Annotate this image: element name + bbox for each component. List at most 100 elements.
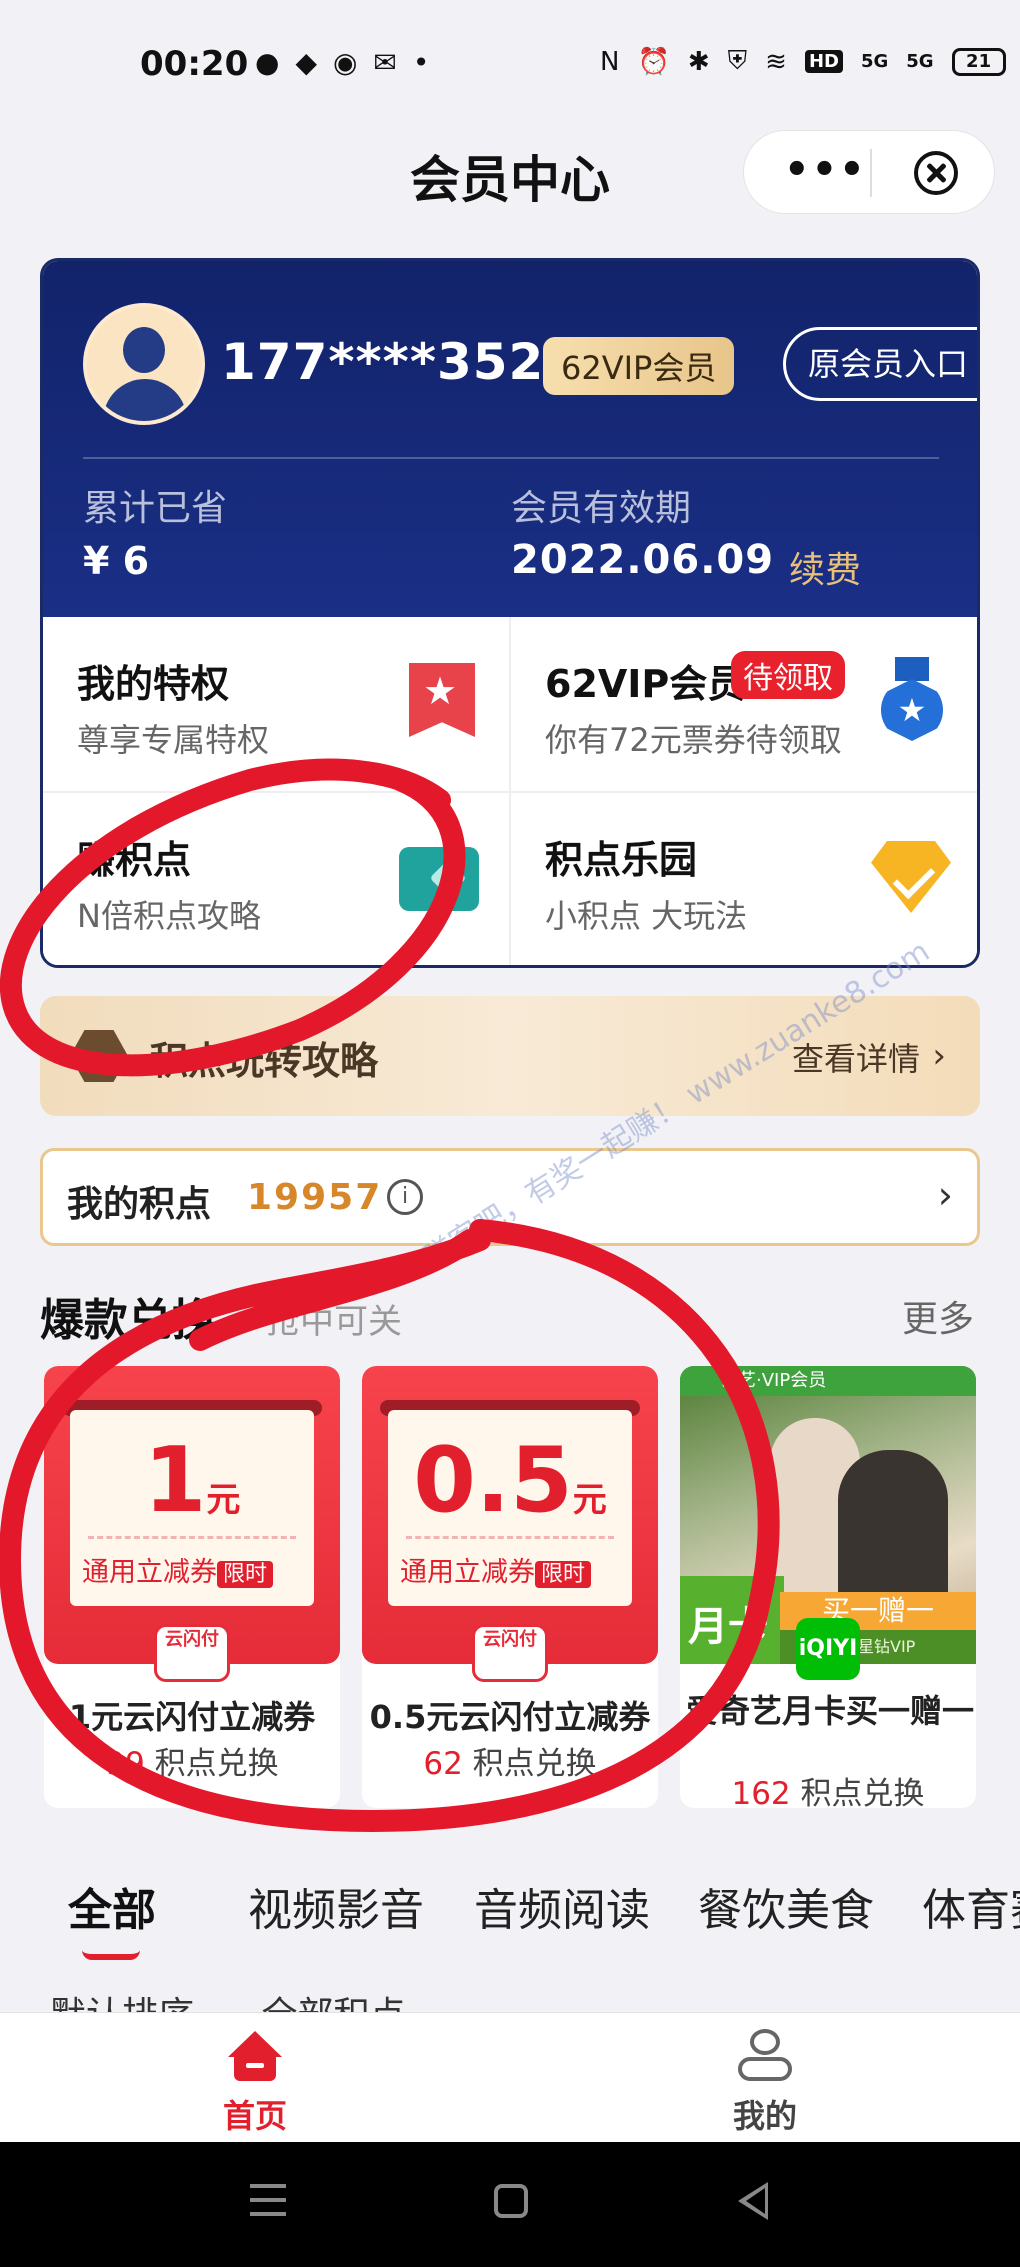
tab-me[interactable]: 我的: [510, 2013, 1020, 2143]
validity-label: 会员有效期: [511, 488, 692, 529]
mail-icon: ✉: [373, 46, 397, 79]
close-icon[interactable]: [914, 151, 958, 195]
capsule-divider: [870, 149, 872, 197]
points-range-dropdown[interactable]: 全部积点: [261, 1995, 405, 2012]
renew-link[interactable]: 续费: [789, 541, 861, 593]
product-price: 62 积点兑换: [423, 1746, 597, 1782]
product-card[interactable]: 0.5元 通用立减券 限时 云闪付 0.5元云闪付立减券 62 积点兑换: [362, 1366, 658, 1808]
my-points-bar[interactable]: 我的积点 19957 i ›: [40, 1148, 980, 1246]
miniapp-capsule: •••: [743, 130, 995, 214]
cell-title: 62VIP会员: [545, 662, 746, 706]
category-tabs: 全部 视频影音 音频阅读 餐饮美食 体育赛事: [0, 1874, 1020, 1948]
more-link[interactable]: 更多: [902, 1290, 974, 1342]
hot-exchange-title: 爆款兑换: [40, 1295, 216, 1346]
coupon-dashline: [406, 1536, 614, 1539]
alarm-icon: ⏰: [637, 46, 670, 77]
coupon-image: 0.5元 通用立减券 限时: [362, 1366, 658, 1664]
avatar-head: [123, 327, 165, 373]
status-left-icons: ● ◆ ◉ ✉ •: [255, 46, 429, 79]
dot-icon: •: [412, 46, 430, 79]
signal-5g-icon: 5G: [860, 51, 889, 72]
poster-tag: 奇艺·VIP会员: [680, 1366, 976, 1396]
more-button[interactable]: •••: [784, 147, 867, 193]
product-price: 99 积点兑换: [105, 1746, 279, 1782]
cell-subtitle: 你有72元票券待领取: [545, 721, 842, 759]
pending-tag: 待领取: [731, 651, 845, 699]
coupon-type: 通用立减券 限时: [82, 1550, 274, 1589]
status-right-icons: N ⏰ ✱ ⛨ ≋ HD 5G 5G 21: [600, 46, 1006, 77]
wechat-icon: ●: [255, 46, 280, 79]
cell-title: 赚积点: [77, 838, 192, 882]
product-card[interactable]: 1元 通用立减券 限时 云闪付 1元云闪付立减券 99 积点兑换: [44, 1366, 340, 1808]
limited-badge: 限时: [535, 1561, 592, 1588]
my-privileges-cell[interactable]: 我的特权 尊享专属特权: [43, 617, 511, 793]
coupon-amount: 1元: [143, 1428, 241, 1533]
home-icon: [228, 2031, 282, 2083]
avatar[interactable]: [83, 303, 205, 425]
menu-icon[interactable]: [250, 2184, 286, 2216]
product-name: 1元云闪付立减券: [68, 1698, 316, 1736]
bluetooth-icon: ✱: [687, 46, 710, 77]
wifi-icon: ≋: [765, 46, 787, 77]
old-member-entry-button[interactable]: 原会员入口: [783, 327, 977, 401]
cell-title: 我的特权: [77, 662, 230, 706]
home-square-icon[interactable]: [494, 2184, 528, 2218]
member-phone: 177****3520: [221, 333, 581, 391]
bottom-tabbar: 首页 我的: [0, 2012, 1020, 2142]
product-price: 162 积点兑换: [731, 1776, 925, 1808]
signal-5g-icon: 5G: [906, 51, 934, 72]
tab-all[interactable]: 全部: [68, 1874, 156, 1938]
info-icon[interactable]: i: [387, 1179, 423, 1215]
status-time: 00:20: [140, 44, 249, 84]
tab-sports[interactable]: 体育赛事: [922, 1874, 1020, 1938]
validity-date: 2022.06.09: [511, 537, 775, 583]
cell-subtitle: N倍积点攻略: [77, 897, 261, 935]
month-card-label: 月卡: [680, 1576, 784, 1664]
points-value: 19957: [247, 1177, 383, 1218]
member-card-header: 177****3520 62VIP会员 原会员入口 累计已省 ¥ 6 会员有效期…: [43, 261, 977, 617]
nfc-icon: N: [600, 46, 620, 77]
tab-label: 首页: [222, 2097, 287, 2135]
cell-subtitle: 小积点 大玩法: [545, 897, 748, 935]
coupon-inner: 1元 通用立减券 限时: [70, 1410, 314, 1606]
hot-exchange-subtitle: 抢中可关: [266, 1302, 402, 1342]
back-icon[interactable]: [738, 2182, 768, 2220]
hexagon-icon: [70, 1030, 128, 1082]
tab-video[interactable]: 视频影音: [248, 1874, 424, 1938]
avatar-body: [103, 379, 187, 421]
sort-order-dropdown[interactable]: 默认排序: [50, 1995, 194, 2012]
active-tab-indicator: [82, 1950, 140, 1960]
sort-row: 默认排序 全部积点: [50, 1986, 461, 2012]
chevron-right-icon: ›: [932, 1036, 946, 1076]
divider: [83, 457, 939, 459]
product-name: 0.5元云闪付立减券: [369, 1698, 651, 1736]
tab-home[interactable]: 首页: [0, 2013, 510, 2143]
points-label: 我的积点: [67, 1184, 212, 1225]
battery-icon: 21: [951, 47, 1006, 76]
cell-subtitle: 尊享专属特权: [77, 721, 270, 759]
points-strategy-banner[interactable]: 积点玩转攻略 查看详情 ›: [40, 996, 980, 1116]
unionpay-logo: 云闪付: [154, 1624, 230, 1682]
vip-badge: 62VIP会员: [543, 337, 735, 395]
limited-badge: 限时: [217, 1561, 274, 1588]
coupon-inner: 0.5元 通用立减券 限时: [388, 1410, 632, 1606]
member-card: 177****3520 62VIP会员 原会员入口 累计已省 ¥ 6 会员有效期…: [40, 258, 980, 968]
cell-title: 积点乐园: [545, 838, 698, 882]
banner-title: 积点玩转攻略: [150, 1039, 379, 1083]
unionpay-logo: 云闪付: [472, 1624, 548, 1682]
saved-value: ¥ 6: [83, 539, 150, 583]
diamond-icon: [871, 841, 951, 913]
tab-audio-reading[interactable]: 音频阅读: [474, 1874, 650, 1938]
view-details-link[interactable]: 查看详情: [792, 1034, 920, 1080]
tab-food[interactable]: 餐饮美食: [698, 1874, 874, 1938]
user-icon: [738, 2029, 792, 2085]
product-card[interactable]: 奇艺·VIP会员 月卡 买一赠一 爱奇艺星钻VIP iQIYI 爱奇艺月卡买一赠…: [680, 1366, 976, 1808]
system-navbar: [0, 2142, 1020, 2267]
earn-points-cell[interactable]: 赚积点 N倍积点攻略: [43, 793, 511, 965]
coupon-image: 1元 通用立减券 限时: [44, 1366, 340, 1664]
vip-member-cell[interactable]: 62VIP会员 待领取 你有72元票券待领取 ★: [511, 617, 977, 793]
shield-icon: ⛨: [727, 46, 748, 76]
points-park-cell[interactable]: 积点乐园 小积点 大玩法: [511, 793, 977, 965]
hd-icon: HD: [804, 50, 843, 73]
star-bookmark-icon: [409, 663, 475, 737]
